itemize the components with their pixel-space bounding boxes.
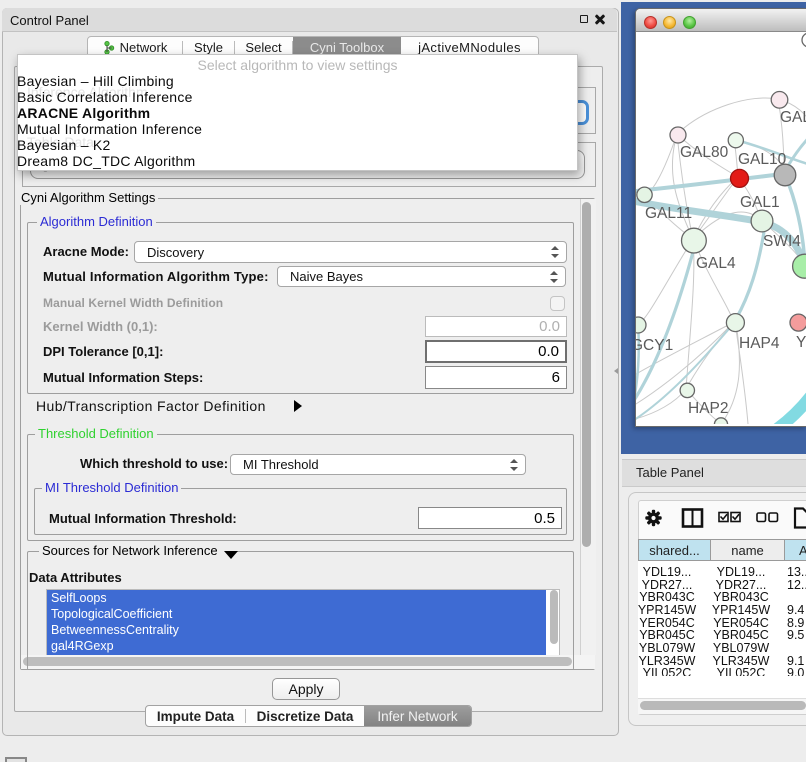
- svg-text:HAP2: HAP2: [688, 400, 729, 417]
- svg-text:GAL11: GAL11: [645, 205, 692, 222]
- svg-text:Y: Y: [796, 334, 806, 351]
- svg-text:HAP4: HAP4: [739, 335, 780, 352]
- svg-text:GAL4: GAL4: [696, 255, 736, 272]
- svg-text:GCY1: GCY1: [636, 337, 673, 354]
- svg-text:GAL10: GAL10: [738, 151, 787, 168]
- svg-text:GAL1: GAL1: [740, 194, 780, 211]
- svg-text:GAL80: GAL80: [680, 144, 729, 161]
- svg-text:GAL: GAL: [780, 109, 806, 126]
- svg-text:SWI4: SWI4: [763, 233, 801, 250]
